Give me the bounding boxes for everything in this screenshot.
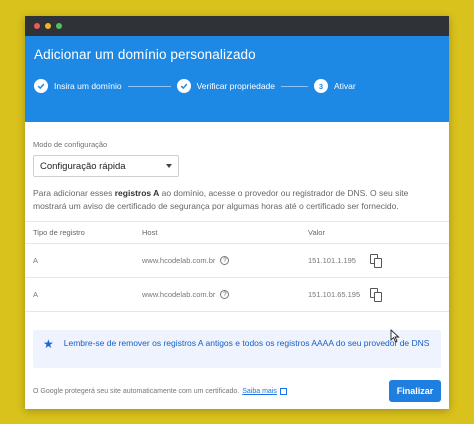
help-icon[interactable]: ? bbox=[220, 290, 230, 299]
table-header: Tipo de registro Host Valor bbox=[25, 222, 449, 244]
dialog-content: Modo de configuração Configuração rápida… bbox=[25, 140, 449, 368]
check-icon bbox=[176, 79, 191, 93]
mode-select[interactable]: Configuração rápida bbox=[33, 155, 179, 177]
maximize-dot[interactable] bbox=[56, 23, 62, 29]
step-label: Insira um domínio bbox=[54, 81, 122, 91]
col-header-value: Valor bbox=[308, 228, 325, 237]
dns-records-table: Tipo de registro Host Valor A www.hcodel… bbox=[25, 221, 449, 312]
col-header-type: Tipo de registro bbox=[33, 228, 85, 237]
help-icon[interactable]: ? bbox=[220, 256, 230, 265]
dropdown-caret-icon bbox=[166, 164, 172, 168]
copy-icon[interactable] bbox=[370, 287, 383, 302]
table-row: A www.hcodelab.com.br ? 151.101.1.195 bbox=[25, 244, 449, 278]
record-host: www.hcodelab.com.br bbox=[142, 290, 216, 299]
step-connector bbox=[281, 85, 308, 87]
record-host-cell: www.hcodelab.com.br ? bbox=[142, 290, 308, 299]
mouse-cursor-icon bbox=[390, 329, 400, 343]
footer-text-wrap: O Google protegerá seu site automaticame… bbox=[33, 387, 287, 395]
step-insert-domain: Insira um domínio bbox=[34, 79, 122, 93]
step-activate: 3 Ativar bbox=[314, 79, 356, 93]
star-icon: ★ bbox=[43, 337, 54, 351]
close-dot[interactable] bbox=[34, 23, 40, 29]
finish-button[interactable]: Finalizar bbox=[389, 380, 441, 402]
check-icon bbox=[34, 79, 48, 93]
dialog-header: Adicionar um domínio personalizado Insir… bbox=[25, 36, 449, 122]
table-row: A www.hcodelab.com.br ? 151.101.65.195 bbox=[25, 278, 449, 312]
dialog-title: Adicionar um domínio personalizado bbox=[34, 47, 256, 62]
col-header-host: Host bbox=[142, 228, 158, 237]
dialog-window: Adicionar um domínio personalizado Insir… bbox=[25, 16, 449, 409]
record-host: www.hcodelab.com.br bbox=[142, 256, 216, 265]
footer-text: O Google protegerá seu site automaticame… bbox=[33, 387, 240, 395]
record-type: A bbox=[33, 290, 39, 299]
banner-text: Lembre-se de remover os registros A anti… bbox=[63, 338, 430, 348]
desc-bold: registros A bbox=[114, 188, 160, 198]
record-type: A bbox=[33, 256, 39, 265]
mode-label: Modo de configuração bbox=[33, 140, 108, 149]
step-verify-ownership: Verificar propriedade bbox=[176, 79, 275, 93]
record-value: 151.101.65.195 bbox=[308, 290, 361, 299]
record-value: 151.101.1.195 bbox=[308, 256, 356, 265]
window-titlebar bbox=[25, 16, 449, 36]
dialog-footer: O Google protegerá seu site automaticame… bbox=[25, 373, 449, 409]
step-label: Ativar bbox=[334, 81, 356, 91]
step-connector bbox=[127, 85, 171, 87]
step-label: Verificar propriedade bbox=[196, 81, 275, 91]
info-banner: ★ Lembre-se de remover os registros A an… bbox=[33, 330, 441, 368]
minimize-dot[interactable] bbox=[45, 23, 51, 29]
desc-part: Para adicionar esses bbox=[33, 188, 115, 198]
learn-more-link[interactable]: Saiba mais bbox=[242, 388, 277, 395]
external-link-icon[interactable] bbox=[279, 387, 287, 395]
stepper: Insira um domínio Verificar propriedade … bbox=[34, 79, 440, 93]
step-number: 3 bbox=[314, 79, 328, 93]
instructions-text: Para adicionar esses registros A ao domí… bbox=[33, 187, 443, 212]
copy-icon[interactable] bbox=[370, 253, 383, 268]
record-host-cell: www.hcodelab.com.br ? bbox=[142, 256, 308, 265]
mode-select-value: Configuração rápida bbox=[40, 160, 126, 172]
